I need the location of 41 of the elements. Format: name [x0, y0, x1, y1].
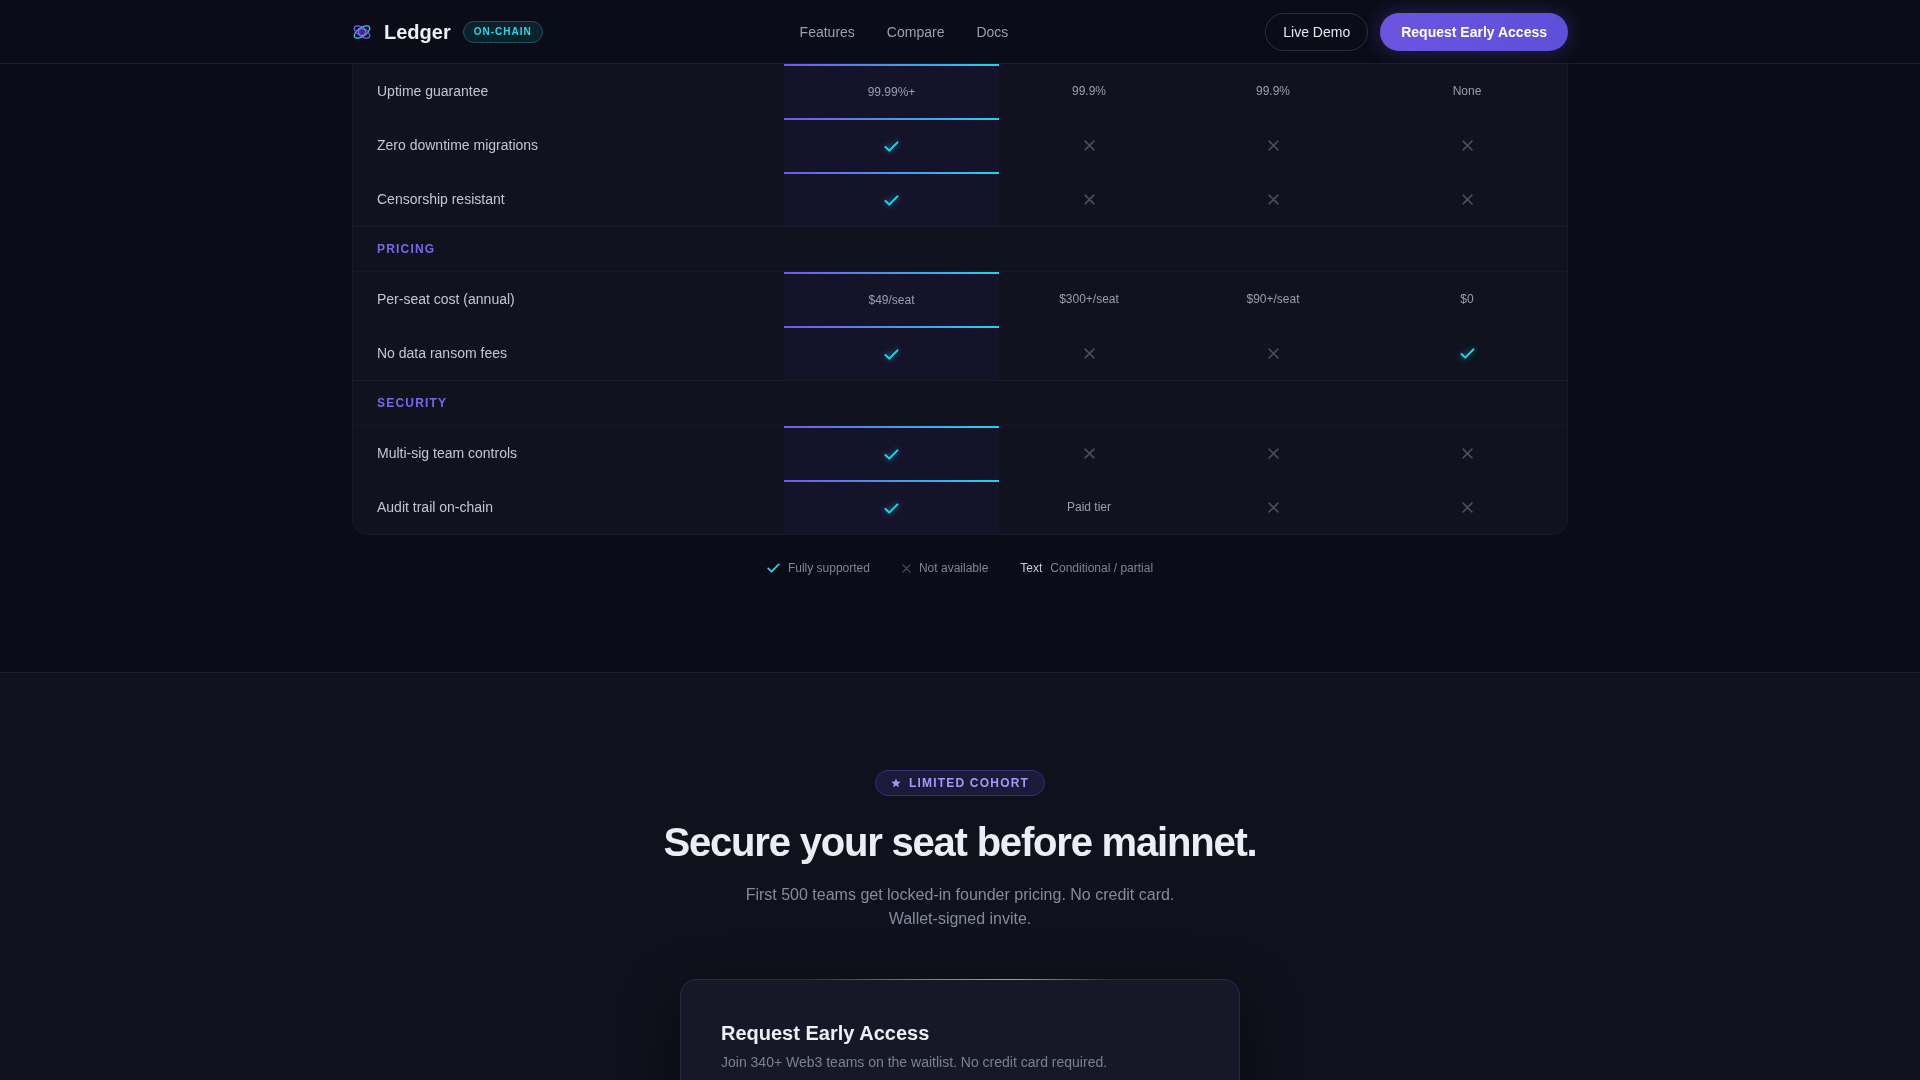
cell-value: None: [1452, 84, 1482, 98]
card-title: Request Early Access: [721, 1021, 930, 1046]
check-icon: [884, 348, 899, 360]
check-icon: [766, 563, 780, 573]
legend-label: Conditional / partial: [1050, 561, 1154, 575]
feature-label: Multi-sig team controls: [377, 445, 518, 461]
legend-label: Not available: [918, 561, 989, 575]
status-badge: ON-CHAIN: [462, 20, 543, 43]
legend-sample-text: Text: [1020, 561, 1043, 575]
nav-link[interactable]: Docs: [976, 23, 1009, 40]
cell-value: Paid tier: [1067, 500, 1111, 514]
badge-label: LIMITED COHORT: [908, 776, 1030, 790]
section-heading: SECURITY: [377, 396, 448, 410]
cell-value: 99.9%: [1072, 84, 1106, 98]
cross-icon: [901, 563, 911, 573]
feature-label: Censorship resistant: [377, 191, 505, 207]
cell-value: $90+/seat: [1246, 292, 1300, 306]
check-icon: [884, 502, 899, 514]
feature-label: Audit trail on-chain: [377, 499, 493, 515]
legend-label: Fully supported: [787, 561, 870, 575]
cell-value: $300+/seat: [1059, 292, 1119, 306]
feature-label: No data ransom fees: [377, 345, 507, 361]
nav-link[interactable]: Compare: [886, 23, 945, 40]
section-subtitle: First 500 teams get locked-in founder pricing. No credit card. Wallet-signed invite.: [744, 885, 1176, 929]
section-title: Secure your seat before mainnet.: [663, 819, 1257, 866]
card-subtitle: Join 340+ Web3 teams on the waitlist. No credit card required.: [721, 1053, 1108, 1072]
cell-value: 99.99%+: [867, 85, 916, 99]
check-icon: [884, 448, 899, 460]
request-access-button[interactable]: Request Early Access: [1380, 12, 1568, 51]
cell-value: $0: [1460, 292, 1474, 306]
check-icon: [884, 194, 899, 206]
feature-label: Zero downtime migrations: [377, 137, 539, 153]
feature-label: Per-seat cost (annual): [377, 291, 515, 307]
nav-link[interactable]: Features: [799, 23, 855, 40]
star-icon: [890, 778, 901, 788]
check-icon: [884, 140, 899, 152]
cell-value: $49/seat: [868, 293, 915, 307]
feature-label: Uptime guarantee: [377, 83, 489, 99]
cell-value: 99.9%: [1256, 84, 1290, 98]
brand-name: Ledger: [384, 19, 451, 44]
section-heading: PRICING: [377, 242, 436, 256]
